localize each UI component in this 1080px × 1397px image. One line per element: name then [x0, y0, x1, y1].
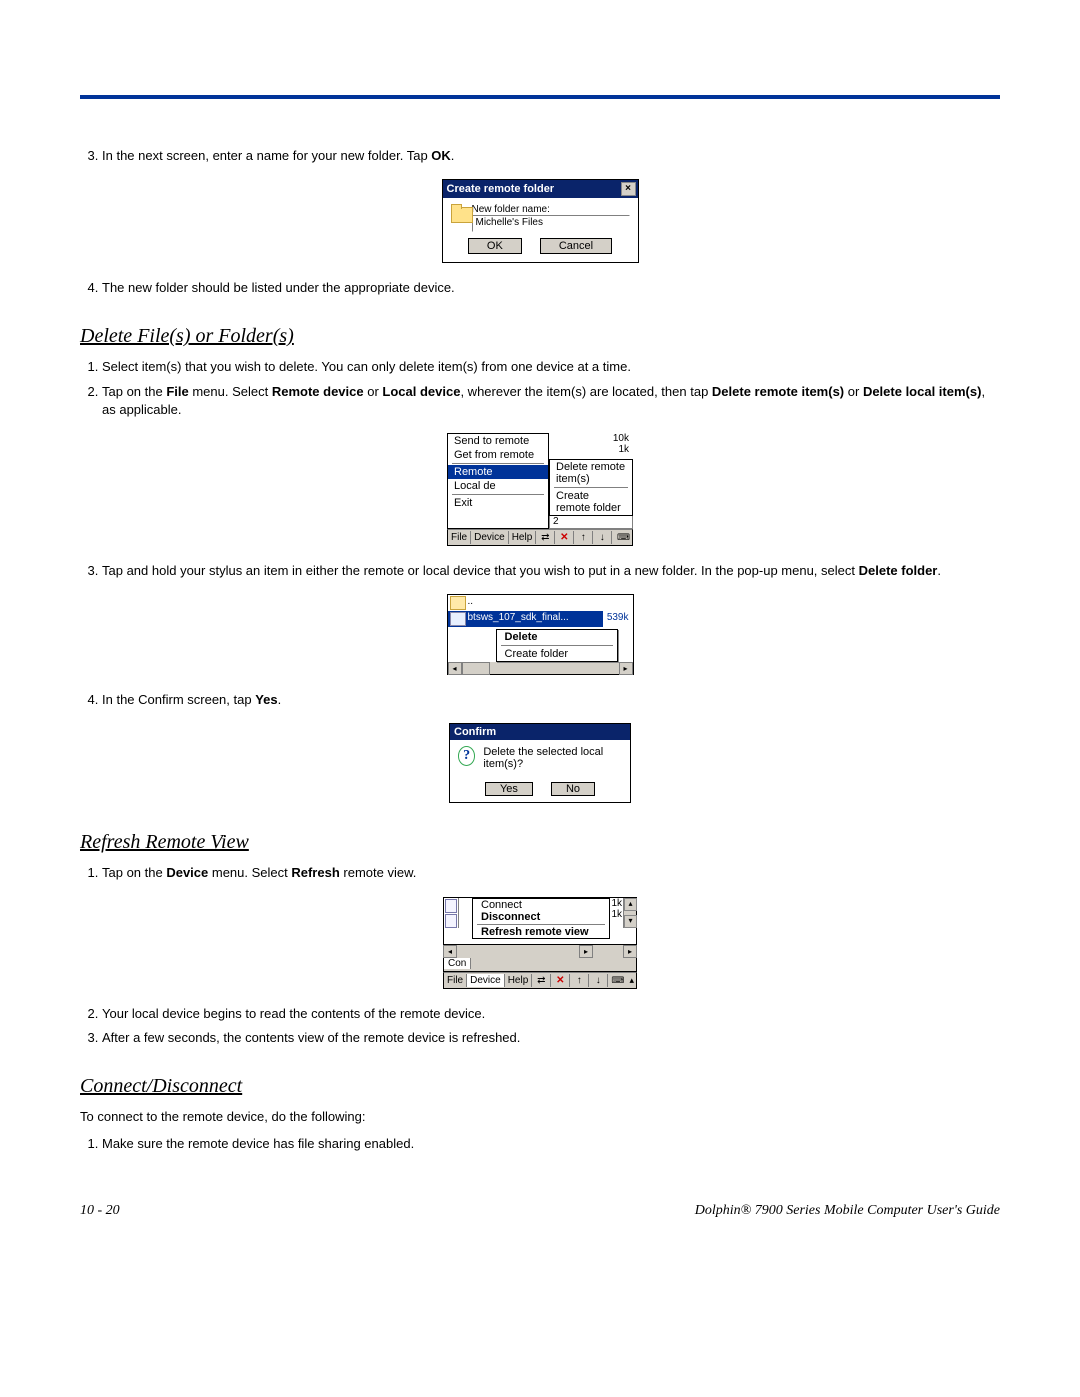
keyboard-icon[interactable]: ⌨	[615, 532, 632, 543]
context-menu: Delete Create folder	[496, 629, 618, 662]
file-menu-screenshot: Send to remote Get from remote Remote Lo…	[447, 433, 633, 546]
submenu-create[interactable]: Create remote folder	[550, 489, 632, 515]
left-column	[444, 898, 459, 928]
delete-step-1: Select item(s) that you wish to delete. …	[102, 358, 1000, 376]
file-size: 539k	[603, 611, 633, 627]
connect-step-1: Make sure the remote device has file sha…	[102, 1135, 1000, 1153]
link-icon[interactable]: ⇄	[536, 531, 555, 544]
ok-button[interactable]: OK	[468, 238, 522, 254]
tb-help[interactable]: Help	[509, 531, 537, 544]
tb-device[interactable]: Device	[467, 974, 505, 987]
parent-dir[interactable]: ..	[468, 595, 633, 611]
link-icon[interactable]: ⇄	[532, 974, 551, 987]
no-button[interactable]: No	[551, 782, 595, 796]
tb-file[interactable]: File	[448, 531, 471, 544]
scroll-right-icon[interactable]: ▸	[619, 662, 633, 675]
submenu-delete[interactable]: Delete remote item(s)	[550, 460, 632, 486]
new-folder-input[interactable]: Michelle's Files	[472, 215, 630, 232]
confirm-titlebar: Confirm	[450, 724, 630, 740]
ctx-delete[interactable]: Delete	[497, 630, 617, 644]
scroll-up-icon[interactable]: ▴	[624, 898, 637, 911]
delete-step-4: In the Confirm screen, tap Yes.	[102, 691, 1000, 709]
heading-connect: Connect/Disconnect	[80, 1075, 1000, 1098]
heading-refresh: Refresh Remote View	[80, 831, 1000, 854]
step-3: In the next screen, enter a name for you…	[102, 147, 1000, 165]
up-icon[interactable]: ↑	[574, 531, 593, 544]
folder-icon	[451, 204, 468, 222]
scroll-thumb[interactable]	[462, 662, 490, 675]
keyboard-icon[interactable]: ⌨	[609, 975, 626, 986]
yes-button[interactable]: Yes	[485, 782, 533, 796]
heading-delete: Delete File(s) or Folder(s)	[80, 325, 1000, 348]
size-1k: 1k	[549, 444, 633, 455]
v-scrollbar[interactable]: ▴ ▾	[623, 898, 636, 928]
delete-step-2: Tap on the File menu. Select Remote devi…	[102, 383, 1000, 419]
cancel-button[interactable]: Cancel	[540, 238, 612, 254]
menu-get[interactable]: Get from remote	[448, 448, 548, 462]
header-rule	[80, 95, 1000, 99]
menu-remote[interactable]: Remote	[448, 465, 548, 479]
new-folder-label: New folder name:	[472, 204, 630, 215]
close-icon[interactable]: ×	[621, 182, 636, 196]
selected-file[interactable]: btsws_107_sdk_final...	[468, 611, 603, 627]
refresh-step-1: Tap on the Device menu. Select Refresh r…	[102, 864, 1000, 882]
step-4: The new folder should be listed under th…	[102, 279, 1000, 297]
size-10k: 10k	[549, 433, 633, 444]
context-menu-screenshot: .. btsws_107_sdk_final... 539k Delete Cr…	[447, 594, 634, 675]
ctx-create-folder[interactable]: Create folder	[497, 647, 617, 661]
tb-device[interactable]: Device	[471, 531, 509, 544]
confirm-dialog: Confirm ? Delete the selected local item…	[449, 723, 631, 803]
doc-icon	[445, 899, 457, 913]
tb-help[interactable]: Help	[505, 974, 533, 987]
device-menu-screenshot: 1k 1k ▴ ▾ Connect Disconnect Refresh rem…	[443, 897, 637, 989]
file-icon	[450, 612, 466, 626]
disconnect-icon[interactable]: ✕	[551, 974, 570, 987]
up-icon[interactable]: ↑	[570, 974, 589, 987]
create-folder-dialog: Create remote folder × New folder name: …	[442, 179, 639, 263]
sip-up-icon[interactable]: ▴	[627, 975, 636, 986]
menu-local[interactable]: Local de	[448, 479, 548, 493]
refresh-step-2: Your local device begins to read the con…	[102, 1005, 1000, 1023]
menu-send[interactable]: Send to remote	[448, 434, 548, 448]
connect-intro: To connect to the remote device, do the …	[80, 1108, 1000, 1127]
scroll-right2-icon[interactable]: ▸	[623, 945, 637, 958]
question-icon: ?	[458, 746, 475, 766]
con-label: Con	[444, 958, 471, 969]
scroll-left-icon[interactable]: ◂	[443, 945, 457, 958]
delete-step-3: Tap and hold your stylus an item in eith…	[102, 562, 1000, 580]
guide-title: Dolphin® 7900 Series Mobile Computer Use…	[695, 1203, 1000, 1219]
refresh-step-3: After a few seconds, the contents view o…	[102, 1029, 1000, 1047]
menu-connect[interactable]: Connect	[473, 899, 609, 911]
menu-refresh[interactable]: Refresh remote view	[473, 926, 609, 938]
confirm-title: Confirm	[454, 726, 496, 738]
menu-disconnect[interactable]: Disconnect	[473, 911, 609, 923]
down-icon[interactable]: ↓	[589, 974, 608, 987]
confirm-message: Delete the selected local item(s)?	[483, 746, 622, 770]
down-icon[interactable]: ↓	[593, 531, 612, 544]
scroll-down-icon[interactable]: ▾	[624, 915, 637, 928]
page-number: 10 - 20	[80, 1203, 120, 1219]
scroll-left-icon[interactable]: ◂	[448, 662, 462, 675]
tb-file[interactable]: File	[444, 974, 467, 987]
menu-exit[interactable]: Exit	[448, 496, 548, 510]
doc-icon	[445, 914, 457, 928]
scroll-right-icon[interactable]: ▸	[579, 945, 593, 958]
dialog-titlebar: Create remote folder ×	[443, 180, 638, 198]
dialog-title: Create remote folder	[447, 183, 555, 195]
folder-up-icon[interactable]	[450, 596, 466, 610]
disconnect-icon[interactable]: ✕	[555, 531, 574, 544]
